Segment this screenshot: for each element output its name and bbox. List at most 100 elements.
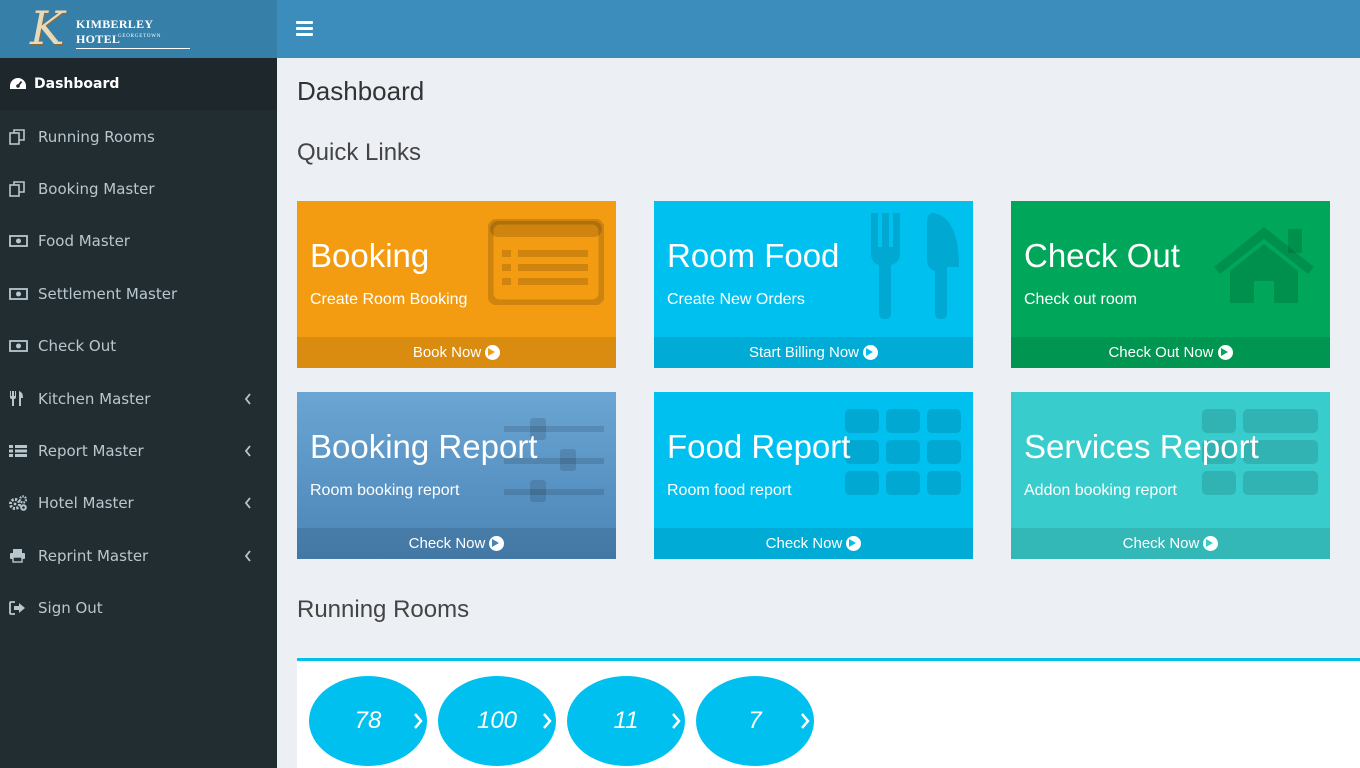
home-icon — [1212, 225, 1316, 309]
th-icon — [845, 409, 961, 499]
money-icon — [0, 340, 38, 353]
start-billing-now-link[interactable]: Start Billing Now — [654, 337, 973, 368]
arrow-circle-right-icon — [489, 536, 505, 551]
room-bubble[interactable]: 78 — [309, 676, 427, 766]
sidebar-item-sign-out[interactable]: Sign Out — [0, 582, 277, 634]
sidebar-item-kitchen-master[interactable]: Kitchen Master — [0, 372, 277, 424]
sidebar-item-dashboard[interactable]: Dashboard — [0, 58, 277, 111]
dashboard-icon — [0, 77, 34, 91]
chevron-left-icon — [244, 550, 251, 562]
hotel-logo[interactable]: K KIMBERLEY HOTEL GEORGETOWN — [30, 3, 190, 55]
sidebar-item-booking-master[interactable]: Booking Master — [0, 163, 277, 215]
sidebar-item-check-out[interactable]: Check Out — [0, 320, 277, 372]
list-icon — [0, 444, 38, 458]
sidebar-item-food-master[interactable]: Food Master — [0, 215, 277, 267]
sign-out-icon — [0, 601, 38, 615]
room-number: 11 — [613, 707, 639, 734]
arrow-circle-right-icon — [1217, 345, 1233, 360]
sidebar-item-running-rooms[interactable]: Running Rooms — [0, 110, 277, 162]
sidebar-item-label: Dashboard — [34, 76, 120, 93]
sidebar-item-settlement-master[interactable]: Settlement Master — [0, 268, 277, 320]
cutlery-icon — [0, 390, 38, 407]
logo-bar: K KIMBERLEY HOTEL GEORGETOWN — [0, 0, 277, 58]
tile-title: Food Report — [667, 428, 851, 465]
sidebar-item-label: Settlement Master — [38, 284, 178, 303]
quick-links-title: Quick Links — [297, 139, 422, 166]
tile-title: Booking — [310, 237, 430, 274]
money-icon — [0, 287, 38, 300]
list-alt-icon — [486, 217, 606, 309]
chevron-right-icon — [414, 713, 423, 729]
arrow-circle-right-icon — [863, 345, 879, 360]
tile-services-report: Services Report Addon booking report Che… — [1011, 392, 1330, 559]
sidebar-item-label: Reprint Master — [38, 546, 149, 565]
sidebar-item-label: Booking Master — [38, 179, 155, 198]
arrow-circle-right-icon — [485, 345, 501, 360]
tile-footer-label: Check Now — [408, 535, 486, 552]
tile-footer-label: Start Billing Now — [748, 344, 860, 361]
logo-initial: K — [30, 1, 65, 55]
logo-name: KIMBERLEY HOTEL — [76, 17, 190, 49]
sidebar-item-hotel-master[interactable]: Hotel Master — [0, 477, 277, 529]
room-bubble[interactable]: 100 — [438, 676, 556, 766]
sidebar: K KIMBERLEY HOTEL GEORGETOWN Dashboard R… — [0, 0, 277, 768]
chevron-right-icon — [801, 713, 810, 729]
copy-icon — [0, 181, 38, 197]
tile-title: Services Report — [1024, 428, 1259, 465]
tile-room-food: Room Food Create New Orders Start Billin… — [654, 201, 973, 368]
room-bubble[interactable]: 11 — [567, 676, 685, 766]
money-icon — [0, 235, 38, 248]
sidebar-item-report-master[interactable]: Report Master — [0, 425, 277, 477]
sidebar-item-label: Kitchen Master — [38, 389, 151, 408]
tile-booking-report: Booking Report Room booking report Check… — [297, 392, 616, 559]
page-title: Dashboard — [297, 76, 425, 106]
arrow-circle-right-icon — [846, 536, 862, 551]
running-rooms-panel: 78 100 11 7 — [297, 658, 1360, 768]
tile-subtitle: Create New Orders — [667, 291, 805, 308]
sidebar-item-reprint-master[interactable]: Reprint Master — [0, 530, 277, 582]
tile-footer-label: Check Out Now — [1108, 344, 1214, 361]
check-out-now-link[interactable]: Check Out Now — [1011, 337, 1330, 368]
tile-title: Booking Report — [310, 428, 538, 465]
sidebar-item-label: Food Master — [38, 232, 130, 251]
tile-subtitle: Room food report — [667, 482, 792, 499]
tile-check-out: Check Out Check out room Check Out Now — [1011, 201, 1330, 368]
check-now-link[interactable]: Check Now — [297, 528, 616, 559]
tile-title: Check Out — [1024, 237, 1180, 274]
room-number: 7 — [748, 707, 762, 734]
tile-subtitle: Create Room Booking — [310, 291, 468, 308]
copy-icon — [0, 128, 38, 145]
menu-toggle-icon[interactable] — [296, 21, 313, 37]
tile-food-report: Food Report Room food report Check Now — [654, 392, 973, 559]
book-now-link[interactable]: Book Now — [297, 337, 616, 368]
tile-booking: Booking Create Room Booking Book Now — [297, 201, 616, 368]
sidebar-menu: Dashboard Running Rooms Booking Master F… — [0, 58, 277, 634]
room-number: 100 — [476, 707, 518, 734]
top-header — [277, 0, 1360, 58]
sidebar-item-label: Running Rooms — [38, 127, 155, 146]
check-now-link[interactable]: Check Now — [1011, 528, 1330, 559]
sidebar-item-label: Sign Out — [38, 599, 103, 618]
check-now-link[interactable]: Check Now — [654, 528, 973, 559]
chevron-left-icon — [244, 392, 251, 405]
print-icon — [0, 548, 38, 563]
cutlery-icon — [869, 211, 961, 325]
chevron-right-icon — [543, 713, 552, 729]
tile-footer-label: Check Now — [1122, 535, 1200, 552]
tile-footer-label: Check Now — [765, 535, 843, 552]
sidebar-item-label: Check Out — [38, 337, 117, 356]
chevron-left-icon — [244, 497, 251, 509]
cogs-icon — [0, 495, 38, 512]
tile-subtitle: Check out room — [1024, 291, 1137, 308]
tile-subtitle: Addon booking report — [1024, 482, 1177, 499]
running-rooms-title: Running Rooms — [297, 596, 470, 623]
tile-footer-label: Book Now — [412, 344, 482, 361]
chevron-left-icon — [244, 445, 251, 457]
tile-title: Room Food — [667, 237, 840, 274]
room-bubble[interactable]: 7 — [696, 676, 814, 766]
logo-location: GEORGETOWN — [118, 34, 162, 39]
chevron-right-icon — [672, 713, 681, 729]
arrow-circle-right-icon — [1203, 536, 1219, 551]
room-number: 78 — [354, 707, 382, 734]
sidebar-item-label: Report Master — [38, 441, 144, 460]
